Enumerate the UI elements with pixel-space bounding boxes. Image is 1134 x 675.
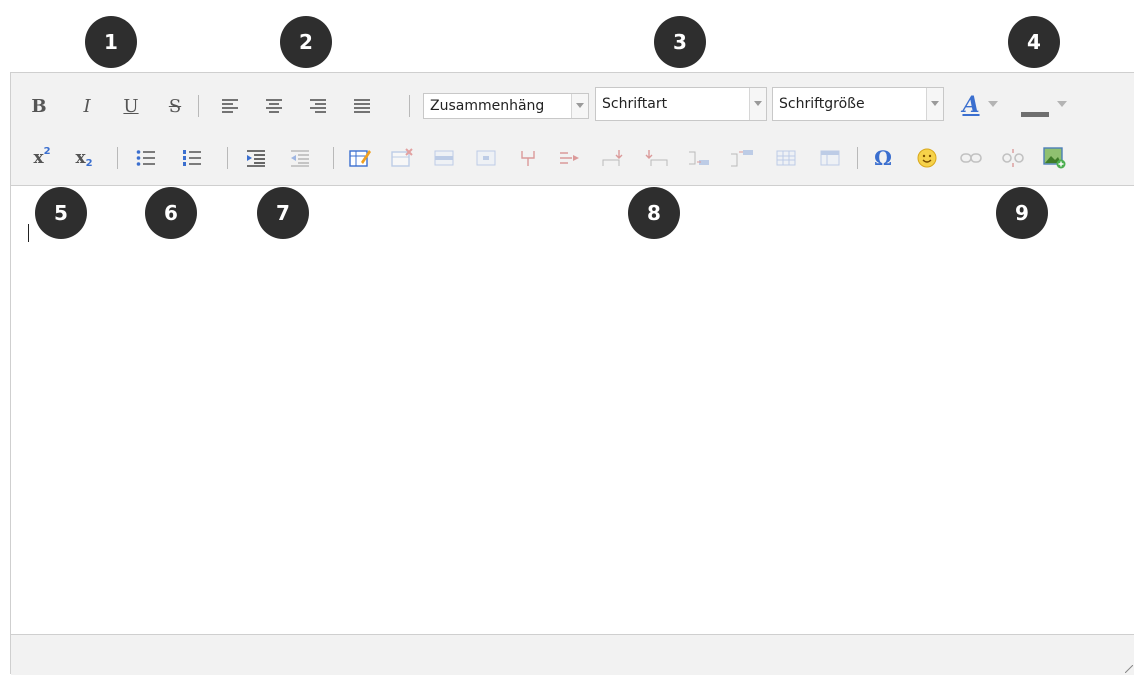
subscript-button[interactable]: x2 bbox=[69, 145, 99, 171]
merge-cells-button[interactable] bbox=[817, 145, 843, 171]
marker-1: 1 bbox=[85, 16, 137, 68]
font-size-select[interactable]: Schriftgröße bbox=[772, 87, 944, 121]
toolbar-separator bbox=[117, 147, 118, 169]
indent-button[interactable] bbox=[243, 145, 269, 171]
link-icon bbox=[960, 153, 982, 163]
align-justify-icon bbox=[354, 99, 370, 113]
insert-image-button[interactable] bbox=[1041, 145, 1069, 171]
toolbar-separator bbox=[409, 95, 410, 117]
align-center-icon bbox=[266, 99, 282, 113]
align-left-button[interactable] bbox=[217, 93, 243, 119]
superscript-button[interactable]: x2 bbox=[27, 145, 57, 171]
image-icon bbox=[1043, 147, 1066, 169]
subscript-icon: x bbox=[75, 148, 86, 168]
align-left-icon bbox=[222, 99, 238, 113]
font-size-select-value: Schriftgröße bbox=[779, 96, 865, 112]
strikethrough-button[interactable]: S bbox=[163, 93, 187, 119]
insert-table-icon bbox=[349, 150, 371, 167]
table-row-icon bbox=[434, 150, 454, 166]
toolbar-separator bbox=[333, 147, 334, 169]
italic-button[interactable]: I bbox=[75, 93, 99, 119]
chevron-down-icon bbox=[1057, 101, 1067, 107]
unlink-button[interactable] bbox=[999, 145, 1027, 171]
delete-row-button[interactable] bbox=[685, 145, 715, 171]
toolbar-separator bbox=[198, 95, 199, 117]
unlink-icon bbox=[1002, 149, 1024, 167]
chevron-down-icon bbox=[926, 88, 943, 120]
smiley-icon bbox=[917, 148, 937, 168]
resize-grip-icon[interactable] bbox=[1125, 665, 1133, 673]
marker-7: 7 bbox=[257, 187, 309, 239]
chevron-down-icon bbox=[987, 101, 998, 107]
table-row-props-button[interactable] bbox=[431, 145, 457, 171]
insert-row-after-button[interactable] bbox=[557, 145, 583, 171]
align-center-button[interactable] bbox=[261, 93, 287, 119]
format-select-value: Zusammenhäng bbox=[430, 98, 545, 114]
chevron-down-icon bbox=[571, 94, 588, 118]
indent-icon bbox=[247, 150, 265, 167]
split-cells-icon bbox=[776, 150, 796, 166]
editor-statusbar bbox=[11, 634, 1134, 675]
omega-icon: Ω bbox=[874, 146, 892, 170]
insert-link-button[interactable] bbox=[957, 145, 985, 171]
editor-toolbar: B I U S Zusammenhäng Schriftart Schriftg… bbox=[11, 73, 1134, 186]
merge-cells-icon bbox=[820, 150, 840, 166]
format-select[interactable]: Zusammenhäng bbox=[423, 93, 589, 119]
marker-5: 5 bbox=[35, 187, 87, 239]
marker-3: 3 bbox=[654, 16, 706, 68]
marker-2: 2 bbox=[280, 16, 332, 68]
align-right-button[interactable] bbox=[305, 93, 331, 119]
insert-row-before-icon bbox=[521, 151, 535, 166]
numbered-list-icon bbox=[183, 150, 201, 166]
table-cell-props-button[interactable] bbox=[473, 145, 499, 171]
superscript-icon: x bbox=[33, 148, 44, 168]
delete-table-button[interactable] bbox=[389, 145, 415, 171]
background-color-icon bbox=[1021, 112, 1049, 117]
marker-9: 9 bbox=[996, 187, 1048, 239]
background-color-button[interactable] bbox=[1015, 89, 1071, 121]
align-right-icon bbox=[310, 99, 326, 113]
chevron-down-icon bbox=[749, 88, 766, 120]
toolbar-separator bbox=[227, 147, 228, 169]
marker-6: 6 bbox=[145, 187, 197, 239]
text-cursor bbox=[28, 224, 29, 242]
underline-button[interactable]: U bbox=[119, 93, 143, 119]
special-char-button[interactable]: Ω bbox=[869, 145, 897, 171]
split-cells-button[interactable] bbox=[773, 145, 799, 171]
marker-8: 8 bbox=[628, 187, 680, 239]
font-family-select[interactable]: Schriftart bbox=[595, 87, 767, 121]
insert-table-button[interactable] bbox=[347, 145, 373, 171]
editor-content-area[interactable] bbox=[11, 186, 1134, 634]
bold-button[interactable]: B bbox=[27, 93, 51, 119]
insert-col-before-button[interactable] bbox=[599, 145, 629, 171]
toolbar-separator bbox=[857, 147, 858, 169]
emoticon-button[interactable] bbox=[913, 145, 941, 171]
insert-row-after-icon bbox=[560, 152, 579, 164]
insert-col-after-icon bbox=[645, 150, 668, 166]
insert-col-before-icon bbox=[602, 150, 623, 166]
delete-col-icon bbox=[731, 150, 753, 167]
outdent-icon bbox=[291, 150, 309, 167]
delete-table-icon bbox=[391, 148, 413, 167]
delete-col-button[interactable] bbox=[727, 145, 757, 171]
bullet-list-icon bbox=[136, 150, 155, 166]
text-color-icon: A bbox=[962, 92, 980, 118]
outdent-button[interactable] bbox=[287, 145, 313, 171]
subscript-exponent: 2 bbox=[85, 157, 93, 169]
insert-row-before-button[interactable] bbox=[515, 145, 541, 171]
font-family-select-value: Schriftart bbox=[602, 96, 668, 112]
text-color-button[interactable]: A bbox=[955, 89, 1005, 121]
align-justify-button[interactable] bbox=[349, 93, 375, 119]
marker-4: 4 bbox=[1008, 16, 1060, 68]
numbered-list-button[interactable] bbox=[179, 145, 205, 171]
rich-text-editor: B I U S Zusammenhäng Schriftart Schriftg… bbox=[10, 72, 1134, 675]
bullet-list-button[interactable] bbox=[133, 145, 159, 171]
table-cell-icon bbox=[476, 150, 496, 166]
insert-col-after-button[interactable] bbox=[641, 145, 671, 171]
superscript-exponent: 2 bbox=[43, 145, 51, 157]
delete-row-icon bbox=[689, 151, 709, 165]
